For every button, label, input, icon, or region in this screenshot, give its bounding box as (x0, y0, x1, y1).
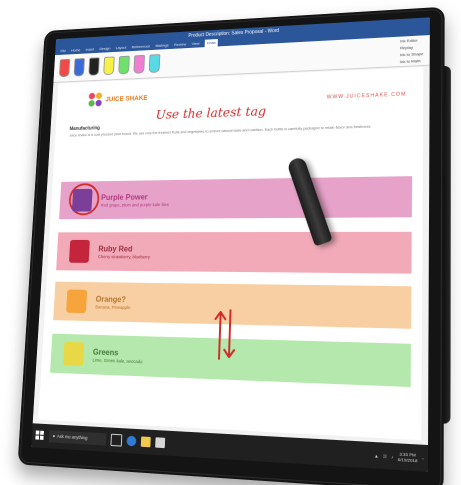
product-band-red: Ruby Red Cherry strawberry, blueberry (56, 231, 412, 274)
store-icon[interactable] (155, 437, 166, 449)
purple-juice-image (71, 188, 93, 212)
green-juice-image (63, 341, 85, 367)
highlighter-pink-icon[interactable] (133, 54, 146, 74)
cortana-search[interactable]: ● Ask me anything (48, 430, 107, 446)
website-url: WWW.JUICESHAKE.COM (326, 91, 407, 101)
tab-draw[interactable]: Draw (205, 38, 218, 48)
device-hinge (443, 65, 451, 424)
juice-logo: JUICE SHAKE (88, 91, 148, 108)
ink-editor-button[interactable]: Ink Editor (400, 37, 423, 44)
tab-file[interactable]: File (60, 47, 66, 54)
tab-review[interactable]: Review (174, 41, 186, 49)
tab-design[interactable]: Design (99, 45, 110, 53)
tab-home[interactable]: Home (71, 47, 81, 55)
tab-insert[interactable]: Insert (85, 46, 94, 54)
system-tray: ▲ ☷ ♪ 3:33 PM 6/19/2018 ▫ (374, 450, 423, 464)
tablet-screen: Product Description: Sales Proposal - Wo… (31, 17, 430, 472)
product-name-orange: Orange? (95, 294, 127, 304)
replay-button[interactable]: Replay (400, 44, 423, 51)
product-desc-green: Lime, Green kale, avocado (92, 357, 143, 364)
windows-start-icon[interactable] (35, 430, 45, 440)
task-view-icon[interactable] (110, 433, 123, 447)
notifications-icon[interactable]: ▫ (422, 455, 424, 461)
product-desc-purple: Red grape, plum and purple kale files (100, 201, 170, 208)
orange-juice-image (66, 289, 88, 314)
ink-annotation: Use the latest tag (155, 104, 267, 123)
highlighter-yellow-icon[interactable] (103, 56, 115, 76)
product-desc-orange: Banana, Pineapple (95, 304, 131, 310)
clock[interactable]: 3:33 PM 6/19/2018 (398, 451, 418, 463)
ink-to-shape-button[interactable]: Ink to Shape (400, 51, 423, 57)
body-paragraph: Juice shake is a cold-pressed juice bran… (69, 124, 372, 138)
highlighter-cyan-icon[interactable] (148, 54, 161, 73)
edge-icon[interactable] (126, 435, 137, 447)
pen-black-icon[interactable] (88, 57, 100, 76)
file-explorer-icon[interactable] (140, 436, 151, 448)
tab-references[interactable]: References (131, 43, 151, 51)
logo-text: JUICE SHAKE (105, 94, 148, 103)
product-desc-red: Cherry strawberry, blueberry (97, 253, 151, 259)
chevron-up-icon[interactable]: ▲ (374, 452, 378, 458)
highlighter-green-icon[interactable] (118, 55, 130, 75)
product-name-purple: Purple Power (100, 192, 148, 202)
clock-date: 6/19/2018 (397, 456, 418, 464)
microphone-icon: ● (52, 433, 56, 439)
tablet-device: Product Description: Sales Proposal - Wo… (17, 6, 451, 485)
section-heading: Manufacturing (69, 125, 100, 132)
tab-mailings[interactable]: Mailings (155, 42, 169, 50)
document-page[interactable]: JUICE SHAKE WWW.JUICESHAKE.COM Use the l… (38, 66, 424, 441)
red-juice-image (68, 239, 90, 263)
ink-tools: Ink Editor Replay Ink to Shape Ink to Ma… (400, 37, 424, 64)
search-placeholder: Ask me anything (56, 433, 88, 441)
scene: Product Description: Sales Proposal - Wo… (0, 0, 461, 485)
tab-view[interactable]: View (192, 40, 200, 48)
volume-icon[interactable]: ♪ (391, 453, 393, 459)
logo-mark-icon (88, 92, 103, 107)
tab-layout[interactable]: Layout (115, 44, 127, 52)
swap-arrows-icon (212, 308, 237, 362)
pen-blue-icon[interactable] (73, 58, 85, 77)
product-name-green: Greens (92, 347, 119, 357)
ink-to-math-button[interactable]: Ink to Math (400, 58, 424, 64)
product-band-purple: Purple Power Red grape, plum and purple … (59, 176, 413, 220)
pen-red-icon[interactable] (58, 58, 71, 78)
network-icon[interactable]: ☷ (383, 453, 387, 459)
product-name-red: Ruby Red (98, 244, 133, 253)
